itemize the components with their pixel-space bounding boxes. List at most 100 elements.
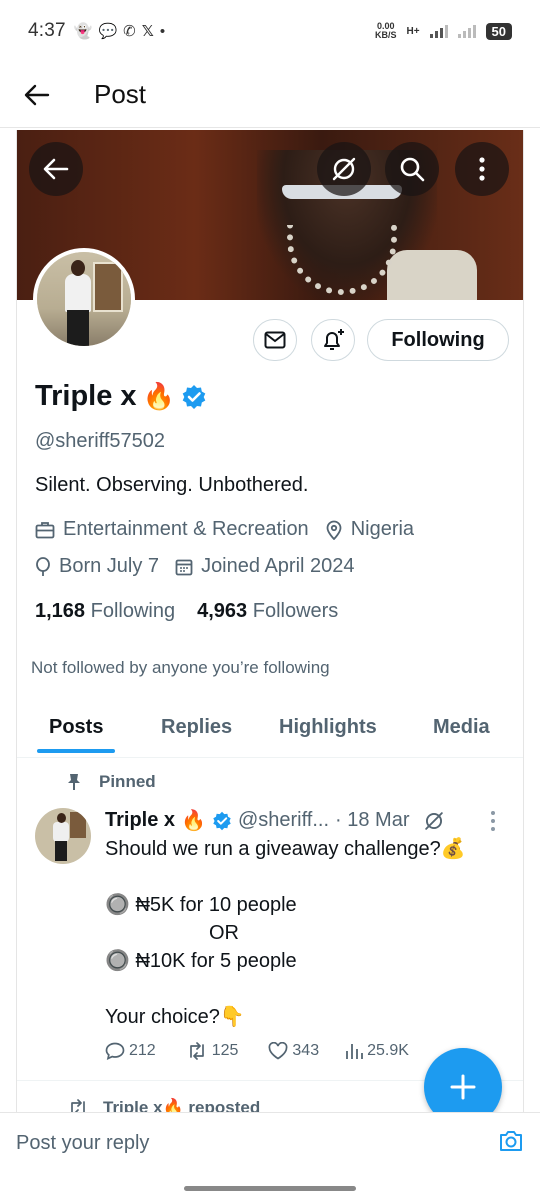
following-button[interactable]: Following xyxy=(367,319,509,361)
home-indicator[interactable] xyxy=(184,1186,356,1191)
verified-badge-icon xyxy=(213,811,231,830)
post-more-button[interactable] xyxy=(489,810,497,837)
profile-category[interactable]: Entertainment & Recreation xyxy=(63,518,309,541)
search-icon xyxy=(400,157,425,182)
like-action[interactable]: 343 xyxy=(268,1042,319,1060)
profile-bio: Silent. Observing. Unbothered. xyxy=(35,474,309,496)
pin-icon xyxy=(68,774,80,790)
post-line: OR xyxy=(209,922,239,944)
tab-highlights[interactable]: Highlights xyxy=(279,708,377,739)
status-bar: 4:37 👻 💬 ✆ 𝕏 • 0.00 KB/S H+ 50 xyxy=(0,0,540,62)
following-stat[interactable]: 1,168 Following xyxy=(35,600,175,623)
like-icon xyxy=(268,1042,288,1060)
balloon-icon xyxy=(36,556,50,576)
mail-icon xyxy=(264,331,286,349)
reply-count: 212 xyxy=(129,1042,156,1059)
back-arrow-icon xyxy=(24,84,50,105)
network-type: H+ xyxy=(406,25,420,37)
repost-icon xyxy=(71,1099,85,1112)
profile-name: Triple x xyxy=(35,380,137,412)
reply-action[interactable]: 212 xyxy=(105,1042,156,1060)
repost-action[interactable]: 125 xyxy=(186,1042,238,1060)
pinned-label: Pinned xyxy=(99,772,156,791)
profile-card: Following Triple x 🔥 @sheriff57502 Silen… xyxy=(16,130,524,1112)
profile-tabs: Posts Replies Highlights Media xyxy=(17,708,523,758)
more-vertical-icon xyxy=(479,157,485,181)
tab-posts[interactable]: Posts xyxy=(36,708,117,753)
calendar-icon xyxy=(175,559,193,575)
post-author-avatar[interactable] xyxy=(35,808,91,864)
briefcase-icon xyxy=(35,521,55,538)
views-action[interactable]: 25.9K xyxy=(345,1042,409,1060)
post-line: 🔘 ₦5K for 10 people xyxy=(105,894,297,916)
dot-icon: • xyxy=(159,22,166,40)
grok-icon xyxy=(332,157,356,181)
location-pin-icon xyxy=(326,520,342,540)
profile-location: Nigeria xyxy=(350,518,415,540)
profile-joined: Joined April 2024 xyxy=(201,555,355,577)
views-icon xyxy=(346,1044,364,1059)
verified-badge-icon xyxy=(182,384,206,409)
camera-icon xyxy=(500,1131,522,1151)
chat-bubble-icon: 💬 xyxy=(98,23,118,40)
x-logo-icon: 𝕏 xyxy=(141,23,154,40)
post-header: Triple x 🔥 @sheriff... · 18 Mar xyxy=(105,808,445,833)
pinned-label-row: Pinned xyxy=(67,772,156,792)
signal-2-icon xyxy=(457,24,476,38)
reply-icon xyxy=(105,1042,125,1060)
follow-stats: 1,168 Following 4,963 Followers xyxy=(35,600,338,623)
repost-icon xyxy=(189,1042,204,1060)
fire-emoji: 🔥 xyxy=(142,381,175,411)
reply-input[interactable]: Post your reply xyxy=(16,1132,149,1155)
battery-indicator: 50 xyxy=(485,22,512,40)
top-app-bar: Post xyxy=(0,62,540,128)
following-count: 1,168 xyxy=(35,600,86,622)
post-author-handle: @sheriff... xyxy=(237,809,330,831)
tab-replies[interactable]: Replies xyxy=(161,708,232,739)
net-speed-unit: KB/S xyxy=(374,30,397,40)
post-date: · 18 Mar xyxy=(335,809,410,831)
snapchat-icon: 👻 xyxy=(73,23,93,40)
post-author-name[interactable]: Triple x xyxy=(105,809,175,832)
search-button[interactable] xyxy=(385,142,439,196)
net-speed: 0.00 KB/S xyxy=(375,22,397,40)
page-title: Post xyxy=(94,79,147,109)
profile-meta-row-1: Entertainment & Recreation Nigeria xyxy=(35,518,414,541)
more-vertical-icon xyxy=(491,811,495,831)
post-line xyxy=(105,975,515,1003)
profile-handle: @sheriff57502 xyxy=(35,430,166,452)
followers-count: 4,963 xyxy=(197,600,248,622)
post-line: Should we run a giveaway challenge?💰 xyxy=(105,838,466,860)
whatsapp-icon: ✆ xyxy=(123,23,136,40)
following-label: Following xyxy=(90,600,176,622)
status-notification-icons: 👻 💬 ✆ 𝕏 • xyxy=(73,22,166,41)
not-followed-note: Not followed by anyone you’re following xyxy=(31,658,330,677)
reposted-label: Triple x🔥 reposted xyxy=(103,1098,261,1112)
post-author-emoji: 🔥 xyxy=(181,810,206,832)
profile-meta-row-2: Born July 7 Joined April 2024 xyxy=(35,555,355,578)
views-count: 25.9K xyxy=(367,1042,409,1059)
reposted-row: Triple x🔥 reposted xyxy=(67,1098,260,1112)
back-button[interactable] xyxy=(0,62,74,128)
message-button[interactable] xyxy=(253,319,297,361)
camera-button[interactable] xyxy=(498,1129,524,1158)
followers-stat[interactable]: 4,963 Followers xyxy=(197,600,338,623)
profile-avatar[interactable] xyxy=(33,248,135,350)
tab-media[interactable]: Media xyxy=(433,708,490,739)
notify-button[interactable] xyxy=(311,319,355,361)
grok-icon[interactable] xyxy=(423,810,445,832)
bell-plus-icon xyxy=(324,329,344,350)
signal-icon xyxy=(429,24,448,38)
post-body: Should we run a giveaway challenge?💰 🔘 ₦… xyxy=(105,835,515,1031)
status-time: 4:37 xyxy=(28,20,66,41)
like-count: 343 xyxy=(292,1042,320,1059)
banner-back-button[interactable] xyxy=(29,142,83,196)
more-options-button[interactable] xyxy=(455,142,509,196)
reply-composer[interactable]: Post your reply xyxy=(0,1112,540,1174)
profile-name-row: Triple x 🔥 xyxy=(35,380,207,413)
compose-plus-icon xyxy=(450,1074,476,1100)
post-line: 🔘 ₦10K for 5 people xyxy=(105,950,297,972)
back-arrow-icon xyxy=(43,158,69,180)
followers-label: Followers xyxy=(252,600,339,622)
grok-button[interactable] xyxy=(317,142,371,196)
